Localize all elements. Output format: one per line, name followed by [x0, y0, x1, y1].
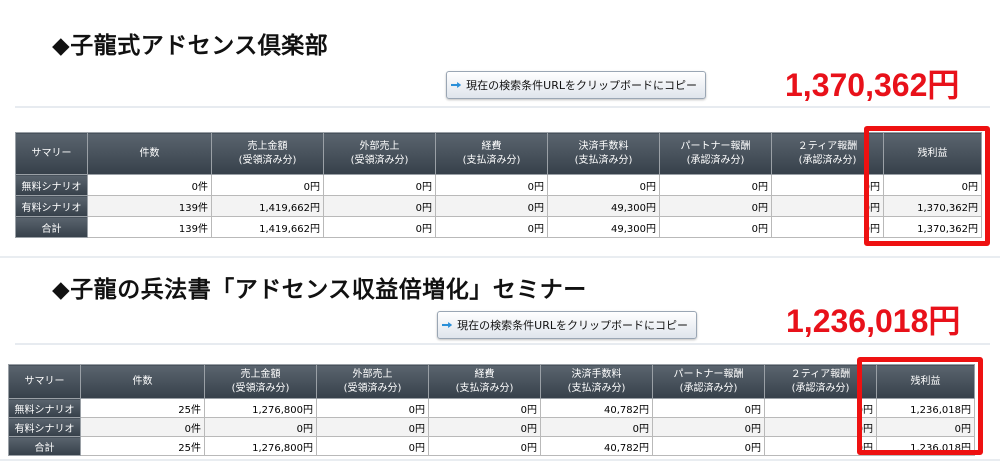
header-summary: サマリー: [8, 364, 81, 399]
remaining-profit-total: 1,370,362円: [785, 67, 960, 103]
section-title: ◆子龍の兵法書「アドセンス収益倍増化」セミナー: [52, 277, 587, 303]
header-payment-fees: 決済手数料 (支払済み分): [547, 132, 660, 175]
row-label: 有料シナリオ: [8, 417, 81, 437]
cell-external-sales: 0円: [316, 417, 429, 437]
header-external-sales: 外部売上 (受領済み分): [323, 132, 436, 175]
cell-external-sales: 0円: [316, 398, 429, 418]
cell-expenses: 0円: [435, 195, 548, 217]
row-label: 無料シナリオ: [8, 398, 81, 418]
cell-2tier-reward: 0円: [771, 195, 884, 217]
cell-external-sales: 0円: [323, 174, 436, 196]
row-label: 合計: [8, 436, 81, 456]
cell-payment-fees: 49,300円: [547, 195, 660, 217]
header-remaining-profit: 残利益: [876, 364, 975, 399]
cell-external-sales: 0円: [323, 216, 436, 238]
cell-expenses: 0円: [428, 417, 541, 437]
cell-expenses: 0円: [435, 216, 548, 238]
cell-partner-reward: 0円: [652, 436, 765, 456]
table-row: 有料シナリオ 139件 1,419,662円 0円 0円 49,300円 0円 …: [15, 195, 982, 217]
row-label: 無料シナリオ: [15, 174, 88, 196]
cell-2tier-reward: 0円: [764, 417, 877, 437]
header-sales: 売上金額 (受領済み分): [204, 364, 317, 399]
cell-count: 139件: [87, 216, 212, 238]
section-title: ◆子龍式アドセンス倶楽部: [52, 33, 329, 59]
cell-external-sales: 0円: [316, 436, 429, 456]
divider: [15, 106, 990, 108]
cell-expenses: 0円: [428, 436, 541, 456]
copy-url-label: 現在の検索条件URLをクリップボードにコピー: [466, 79, 697, 92]
table-row: 有料シナリオ 0件 0円 0円 0円 0円 0円 0円 0円: [8, 417, 975, 437]
header-expenses: 経費 (支払済み分): [428, 364, 541, 399]
cell-partner-reward: 0円: [659, 174, 772, 196]
table-row: 無料シナリオ 0件 0円 0円 0円 0円 0円 0円 0円: [15, 174, 982, 196]
cell-sales: 1,419,662円: [211, 216, 324, 238]
arrow-right-icon: [442, 321, 453, 329]
copy-url-label: 現在の検索条件URLをクリップボードにコピー: [457, 319, 688, 332]
summary-table: サマリー 件数 売上金額 (受領済み分) 外部売上 (受領済み分) 経費 (支払済み分…: [8, 364, 975, 456]
cell-sales: 0円: [204, 417, 317, 437]
cell-2tier-reward: 0円: [764, 398, 877, 418]
cell-2tier-reward: 0円: [771, 174, 884, 196]
cell-partner-reward: 0円: [659, 216, 772, 238]
table-row-total: 合計 25件 1,276,800円 0円 0円 40,782円 0円 0円 1,…: [8, 436, 975, 456]
cell-count: 139件: [87, 195, 212, 217]
cell-count: 0件: [80, 417, 205, 437]
cell-remaining-profit: 0円: [876, 417, 975, 437]
arrow-right-icon: [451, 81, 462, 89]
header-partner-reward: パートナー報酬 (承認済み分): [659, 132, 772, 175]
cell-remaining-profit: 1,236,018円: [876, 436, 975, 456]
cell-payment-fees: 40,782円: [540, 398, 653, 418]
remaining-profit-total: 1,236,018円: [786, 303, 961, 339]
header-count: 件数: [80, 364, 205, 399]
cell-payment-fees: 40,782円: [540, 436, 653, 456]
header-sales: 売上金額 (受領済み分): [211, 132, 324, 175]
cell-partner-reward: 0円: [659, 195, 772, 217]
cell-2tier-reward: 0円: [771, 216, 884, 238]
cell-remaining-profit: 1,370,362円: [883, 195, 982, 217]
cell-remaining-profit: 1,370,362円: [883, 216, 982, 238]
copy-url-button[interactable]: 現在の検索条件URLをクリップボードにコピー: [437, 311, 697, 339]
cell-payment-fees: 0円: [547, 174, 660, 196]
header-payment-fees: 決済手数料 (支払済み分): [540, 364, 653, 399]
summary-table: サマリー 件数 売上金額 (受領済み分) 外部売上 (受領済み分) 経費 (支払済み分…: [15, 132, 982, 238]
header-remaining-profit: 残利益: [883, 132, 982, 175]
page-bottom-divider: [0, 459, 1000, 461]
header-summary: サマリー: [15, 132, 88, 175]
table-row: 無料シナリオ 25件 1,276,800円 0円 0円 40,782円 0円 0…: [8, 398, 975, 418]
table-row-total: 合計 139件 1,419,662円 0円 0円 49,300円 0円 0円 1…: [15, 216, 982, 238]
header-2tier-reward: ２ティア報酬 (承認済み分): [764, 364, 877, 399]
cell-payment-fees: 49,300円: [547, 216, 660, 238]
header-external-sales: 外部売上 (受領済み分): [316, 364, 429, 399]
header-partner-reward: パートナー報酬 (承認済み分): [652, 364, 765, 399]
cell-sales: 1,419,662円: [211, 195, 324, 217]
cell-sales: 0円: [211, 174, 324, 196]
row-label: 有料シナリオ: [15, 195, 88, 217]
section-divider: [0, 256, 1000, 258]
cell-remaining-profit: 0円: [883, 174, 982, 196]
divider: [15, 343, 990, 345]
cell-count: 25件: [80, 398, 205, 418]
header-count: 件数: [87, 132, 212, 175]
cell-sales: 1,276,800円: [204, 436, 317, 456]
header-expenses: 経費 (支払済み分): [435, 132, 548, 175]
cell-expenses: 0円: [428, 398, 541, 418]
table-header-row: サマリー 件数 売上金額 (受領済み分) 外部売上 (受領済み分) 経費 (支払済み分…: [15, 132, 982, 175]
cell-partner-reward: 0円: [652, 417, 765, 437]
table-header-row: サマリー 件数 売上金額 (受領済み分) 外部売上 (受領済み分) 経費 (支払済み分…: [8, 364, 975, 399]
cell-count: 25件: [80, 436, 205, 456]
cell-partner-reward: 0円: [652, 398, 765, 418]
cell-expenses: 0円: [435, 174, 548, 196]
cell-sales: 1,276,800円: [204, 398, 317, 418]
cell-2tier-reward: 0円: [764, 436, 877, 456]
copy-url-button[interactable]: 現在の検索条件URLをクリップボードにコピー: [446, 71, 706, 99]
header-2tier-reward: ２ティア報酬 (承認済み分): [771, 132, 884, 175]
cell-external-sales: 0円: [323, 195, 436, 217]
cell-remaining-profit: 1,236,018円: [876, 398, 975, 418]
row-label: 合計: [15, 216, 88, 238]
cell-payment-fees: 0円: [540, 417, 653, 437]
cell-count: 0件: [87, 174, 212, 196]
